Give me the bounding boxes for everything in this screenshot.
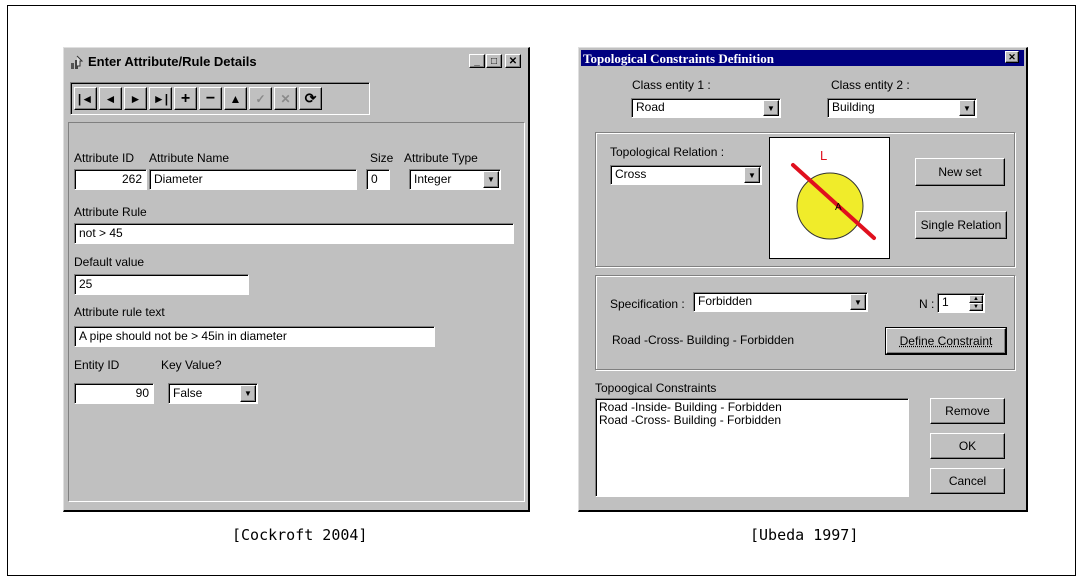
class-entity-1-value: Road xyxy=(636,100,665,114)
circle-label: A xyxy=(835,202,842,213)
topological-relation-select[interactable]: Cross ▼ xyxy=(610,165,762,185)
default-value-label: Default value xyxy=(74,255,145,269)
attribute-id-label: Attribute ID xyxy=(74,151,135,165)
close-button[interactable]: ✕ xyxy=(1005,51,1019,63)
attribute-rule-label: Attribute Rule xyxy=(74,205,147,219)
next-record-button[interactable]: ► xyxy=(124,87,147,110)
attribute-type-select[interactable]: Integer ▼ xyxy=(409,169,501,190)
constraints-list-label: Topoogical Constraints xyxy=(595,381,717,395)
class-entity-2-label: Class entity 2 : xyxy=(831,78,910,92)
class-entity-1-select[interactable]: Road ▼ xyxy=(631,98,781,118)
line-label: L xyxy=(820,148,827,163)
add-record-button[interactable]: + xyxy=(174,87,197,110)
topological-relation-label: Topological Relation : xyxy=(610,145,725,159)
topological-relation-value: Cross xyxy=(615,167,647,181)
delete-record-button[interactable]: − xyxy=(199,87,222,110)
class-entity-2-select[interactable]: Building ▼ xyxy=(827,98,977,118)
entity-id-label: Entity ID xyxy=(74,358,120,372)
app-icon xyxy=(69,54,85,70)
relation-diagram: L A xyxy=(769,137,890,259)
chevron-down-icon[interactable]: ▼ xyxy=(850,294,866,310)
window-title: Enter Attribute/Rule Details xyxy=(88,54,257,69)
specification-select[interactable]: Forbidden ▼ xyxy=(693,292,868,312)
specification-label: Specification : xyxy=(610,297,685,311)
attribute-id-field[interactable]: 262 xyxy=(74,169,147,190)
define-constraint-button[interactable]: Define Constraint xyxy=(885,327,1007,355)
relation-diagram-svg: L A xyxy=(791,148,876,240)
attribute-rule-window: Enter Attribute/Rule Details _ □ ✕ |◄ ◄ … xyxy=(63,47,530,512)
default-value-field[interactable]: 25 xyxy=(74,274,249,295)
cancel-edit-button[interactable]: ✕ xyxy=(274,87,297,110)
toolbar: |◄ ◄ ► ►| + − ▲ ✓ ✕ ⟳ xyxy=(70,82,370,115)
attribute-name-field[interactable]: Diameter xyxy=(149,169,357,190)
title-bar: Topological Constraints Definition ✕ xyxy=(581,50,1024,66)
attribute-type-label: Attribute Type xyxy=(404,151,478,165)
chevron-down-icon[interactable]: ▼ xyxy=(483,171,499,188)
specification-group xyxy=(595,275,1015,370)
entity-id-field[interactable]: 90 xyxy=(74,383,154,404)
area-circle xyxy=(796,172,864,240)
attribute-name-label: Attribute Name xyxy=(149,151,230,165)
cancel-button[interactable]: Cancel xyxy=(930,468,1005,494)
spin-down-button[interactable]: ▼ xyxy=(969,303,983,311)
chevron-down-icon[interactable]: ▼ xyxy=(744,167,760,183)
key-value-value: False xyxy=(173,386,203,400)
specification-value: Forbidden xyxy=(698,294,753,308)
previous-record-button[interactable]: ◄ xyxy=(99,87,122,110)
title-bar: Enter Attribute/Rule Details _ □ ✕ xyxy=(67,51,525,73)
single-relation-button[interactable]: Single Relation xyxy=(915,211,1007,239)
post-edit-button[interactable]: ✓ xyxy=(249,87,272,110)
first-record-button[interactable]: |◄ xyxy=(74,87,97,110)
maximize-button[interactable]: □ xyxy=(486,54,502,68)
n-label: N : xyxy=(919,297,935,311)
window-title: Topological Constraints Definition xyxy=(583,51,774,66)
minimize-button[interactable]: _ xyxy=(469,54,485,68)
key-value-select[interactable]: False ▼ xyxy=(168,383,258,404)
ok-button[interactable]: OK xyxy=(930,433,1005,459)
class-entity-2-value: Building xyxy=(832,100,875,114)
size-field[interactable]: 0 xyxy=(366,169,390,190)
right-caption: [Ubeda 1997] xyxy=(750,526,859,544)
size-label: Size xyxy=(370,151,394,165)
key-value-label: Key Value? xyxy=(161,358,222,372)
constraints-list[interactable]: Road -Inside- Building - Forbidden Road … xyxy=(595,398,909,497)
attribute-rule-field[interactable]: not > 45 xyxy=(74,223,514,244)
new-set-button[interactable]: New set xyxy=(915,158,1005,186)
remove-button[interactable]: Remove xyxy=(930,398,1005,424)
edit-record-button[interactable]: ▲ xyxy=(224,87,247,110)
class-entity-1-label: Class entity 1 : xyxy=(632,78,711,92)
close-button[interactable]: ✕ xyxy=(505,54,521,68)
attribute-type-value: Integer xyxy=(414,172,452,186)
spin-up-button[interactable]: ▲ xyxy=(969,295,983,303)
n-value: 1 xyxy=(942,295,949,309)
attribute-rule-text-label: Attribute rule text xyxy=(74,305,165,319)
list-item[interactable]: Road -Cross- Building - Forbidden xyxy=(599,414,905,427)
topological-constraints-window: Topological Constraints Definition ✕ Cla… xyxy=(578,47,1028,512)
constraint-preview-text: Road -Cross- Building - Forbidden xyxy=(612,333,795,347)
n-spinner[interactable]: 1 ▲ ▼ xyxy=(937,293,985,313)
left-caption: [Cockroft 2004] xyxy=(232,526,368,544)
chevron-down-icon[interactable]: ▼ xyxy=(240,385,256,402)
refresh-button[interactable]: ⟳ xyxy=(299,87,322,110)
last-record-button[interactable]: ►| xyxy=(149,87,172,110)
attribute-rule-text-field[interactable]: A pipe should not be > 45in in diameter xyxy=(74,326,435,347)
chevron-down-icon[interactable]: ▼ xyxy=(763,100,779,116)
chevron-down-icon[interactable]: ▼ xyxy=(959,100,975,116)
